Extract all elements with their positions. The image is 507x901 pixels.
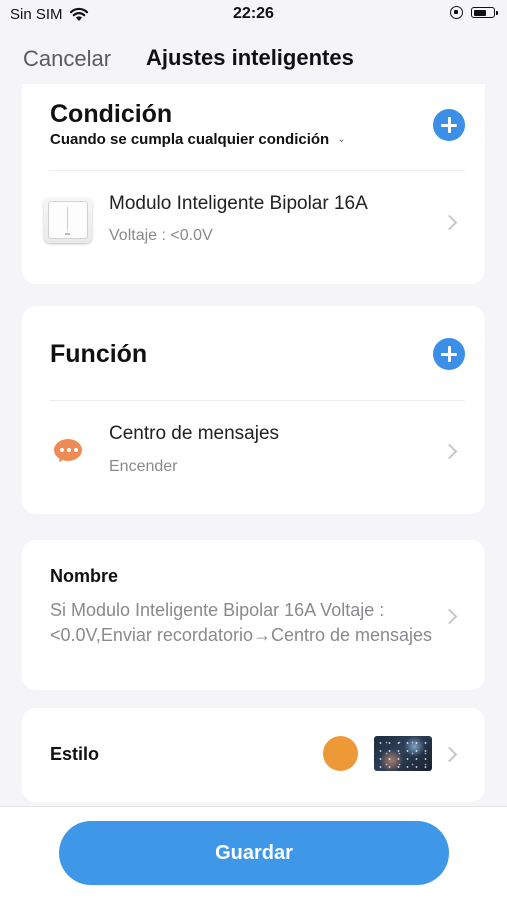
name-label: Nombre: [50, 566, 119, 586]
device-indicator: [65, 233, 70, 235]
chevron-right-icon: [441, 214, 458, 231]
function-action-detail: Encender: [109, 458, 178, 475]
condition-card: Condición Cuando se cumpla cualquier con…: [22, 84, 485, 284]
message-center-icon: [54, 439, 82, 465]
condition-title: Condición: [50, 100, 173, 128]
condition-mode-selector[interactable]: Cuando se cumpla cualquier condición ⌄: [50, 131, 346, 148]
chevron-right-icon: [441, 443, 458, 460]
function-title: Función: [50, 340, 148, 368]
name-card[interactable]: Nombre Si Modulo Inteligente Bipolar 16A…: [22, 540, 485, 690]
save-button[interactable]: Guardar: [59, 821, 449, 885]
chevron-right-icon: [441, 746, 458, 763]
add-condition-button[interactable]: [433, 109, 465, 141]
name-value: Si Modulo Inteligente Bipolar 16A Voltaj…: [50, 600, 433, 645]
bottom-bar: Guardar: [0, 806, 507, 901]
condition-device-name: Modulo Inteligente Bipolar 16A: [109, 193, 368, 214]
battery-icon: [471, 7, 498, 18]
battery-level: [473, 9, 486, 16]
condition-mode-label: Cuando se cumpla cualquier condición: [50, 131, 330, 148]
style-background-image[interactable]: [374, 736, 432, 771]
status-time: 22:26: [233, 5, 274, 22]
status-bar: Sin SIM 22:26: [0, 0, 507, 32]
status-right: [450, 6, 498, 19]
style-card[interactable]: Estilo: [22, 708, 485, 802]
bubble-dots: [60, 448, 78, 452]
nav-bar: Cancelar Ajustes inteligentes: [0, 36, 507, 80]
chevron-down-icon: ⌄: [337, 134, 346, 145]
smart-module-icon: [44, 197, 92, 243]
page-title: Ajustes inteligentes: [146, 45, 354, 70]
function-row[interactable]: Centro de mensajes Encender: [22, 401, 485, 501]
cancel-button[interactable]: Cancelar: [23, 46, 111, 72]
style-color-swatch[interactable]: [323, 736, 358, 771]
add-function-button[interactable]: [433, 338, 465, 370]
condition-row[interactable]: Modulo Inteligente Bipolar 16A Voltaje :…: [22, 171, 485, 271]
condition-device-detail: Voltaje : <0.0V: [109, 227, 213, 244]
function-card: Función Centro de mensajes Encender: [22, 306, 485, 514]
rotation-lock-icon: [450, 6, 463, 19]
function-action-name: Centro de mensajes: [109, 423, 280, 444]
style-label: Estilo: [50, 744, 100, 764]
